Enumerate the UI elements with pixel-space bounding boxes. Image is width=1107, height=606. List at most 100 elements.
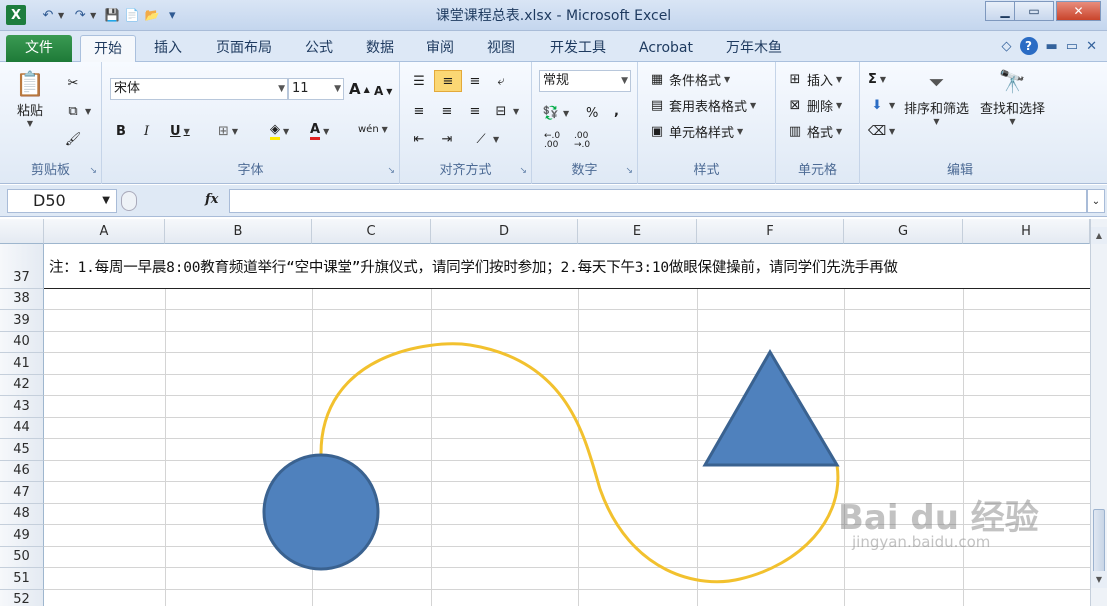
sort-filter-button[interactable]: ⏷ 排序和筛选 ▼ (904, 66, 969, 126)
copy-dropdown-icon[interactable]: ▼ (85, 107, 91, 116)
maximize-button[interactable]: ▭ (1014, 1, 1054, 21)
help-icon[interactable]: ? (1019, 37, 1038, 55)
font-name-select[interactable]: 宋体 ▼ (110, 78, 288, 100)
vertical-scrollbar[interactable]: ▲ ▼ (1090, 219, 1107, 606)
accounting-dropdown-icon[interactable]: ▼ (563, 109, 569, 118)
align-center-button[interactable]: ≡ (438, 100, 456, 122)
insert-cells-button[interactable]: ⊞ 插入 ▼ (786, 68, 843, 90)
align-middle-button[interactable]: ≡ (434, 70, 462, 92)
formula-input[interactable] (229, 189, 1087, 213)
scroll-down-icon[interactable]: ▼ (1091, 571, 1107, 588)
increase-indent-button[interactable]: ⇥ (438, 128, 456, 150)
font-color-button[interactable]: A ▼ (310, 120, 329, 142)
clear-dropdown-icon[interactable]: ▼ (889, 127, 895, 136)
autosum-button[interactable]: Σ ▼ (868, 68, 886, 90)
tab-file[interactable]: 文件 (6, 35, 72, 62)
align-right-button[interactable]: ≡ (466, 100, 484, 122)
insert-function-icon[interactable]: fx (205, 192, 218, 207)
align-left-button[interactable]: ≡ (410, 100, 428, 122)
clipboard-launcher-icon[interactable]: ↘ (89, 166, 97, 176)
font-color-dropdown-icon[interactable]: ▼ (323, 127, 329, 136)
alignment-launcher-icon[interactable]: ↘ (519, 166, 527, 176)
tab-formulas[interactable]: 公式 (295, 35, 343, 62)
triangle-shape[interactable] (702, 349, 840, 467)
number-format-select[interactable]: 常规 ▼ (539, 70, 631, 92)
border-dropdown-icon[interactable]: ▼ (232, 127, 238, 136)
orientation-dropdown-icon[interactable]: ▼ (493, 135, 499, 144)
shrink-font-button[interactable]: A ▼ (374, 80, 392, 102)
cell-styles-dropdown-icon[interactable]: ▼ (737, 127, 743, 136)
clear-button[interactable]: ⌫ ▼ (868, 120, 895, 142)
fill-button[interactable]: ⬇ ▼ (868, 94, 896, 116)
decrease-decimal-button[interactable]: .00 →.0 (574, 130, 590, 152)
merge-center-button[interactable]: ⊟ ▼ (492, 100, 520, 122)
font-launcher-icon[interactable]: ↘ (387, 166, 395, 176)
close-button[interactable]: ✕ (1056, 1, 1101, 21)
format-cells-button[interactable]: ▥ 格式 ▼ (786, 120, 842, 142)
paste-button[interactable]: 📋 粘贴 ▼ (14, 68, 46, 128)
merge-dropdown-icon[interactable]: ▼ (513, 107, 519, 116)
underline-dropdown-icon[interactable]: ▼ (184, 127, 190, 136)
bold-button[interactable]: B (116, 120, 126, 142)
number-launcher-icon[interactable]: ↘ (625, 166, 633, 176)
conditional-dropdown-icon[interactable]: ▼ (724, 75, 730, 84)
increase-decimal-button[interactable]: ←.0 .00 (544, 130, 560, 152)
percent-button[interactable]: % (586, 102, 598, 124)
accounting-format-button[interactable]: 💱 ▼ (542, 102, 569, 124)
minimize-ribbon-icon[interactable]: ◇ (1002, 39, 1012, 54)
copy-button[interactable]: ⧉ ▼ (64, 100, 91, 122)
phonetic-dropdown-icon[interactable]: ▼ (382, 125, 388, 134)
workbook-restore-icon[interactable]: ▭ (1066, 39, 1078, 54)
cut-button[interactable]: ✂ (64, 72, 82, 94)
tab-acrobat[interactable]: Acrobat (630, 35, 702, 62)
cell-styles-button[interactable]: ▣ 单元格样式 ▼ (648, 120, 743, 142)
italic-button[interactable]: I (144, 120, 149, 142)
conditional-formatting-button[interactable]: ▦ 条件格式 ▼ (648, 68, 730, 90)
tab-view[interactable]: 视图 (477, 35, 525, 62)
phonetic-button[interactable]: wén ▼ (358, 118, 388, 140)
sort-filter-dropdown-icon[interactable]: ▼ (933, 117, 939, 126)
tab-developer[interactable]: 开发工具 (540, 35, 616, 62)
format-painter-button[interactable]: 🖌 (64, 128, 82, 150)
find-select-dropdown-icon[interactable]: ▼ (1009, 117, 1015, 126)
delete-cells-button[interactable]: ⊠ 删除 ▼ (786, 94, 843, 116)
orientation-button[interactable]: ⟋ ▼ (472, 128, 499, 150)
format-cells-label: 格式 (807, 125, 834, 141)
delete-dropdown-icon[interactable]: ▼ (836, 101, 842, 110)
fill-color-button[interactable]: ◈ ▼ (270, 120, 289, 142)
fill-dropdown-icon[interactable]: ▼ (283, 127, 289, 136)
formula-bar-splitter[interactable] (121, 191, 137, 211)
insert-dropdown-icon[interactable]: ▼ (836, 75, 842, 84)
decrease-indent-button[interactable]: ⇤ (410, 128, 428, 150)
name-box[interactable]: D50 ▼ (7, 189, 117, 213)
find-select-button[interactable]: 🔭 查找和选择 ▼ (980, 66, 1045, 127)
align-top-button[interactable]: ☰ (410, 70, 428, 92)
expand-formula-bar-icon[interactable]: ⌄ (1087, 189, 1105, 213)
autosum-dropdown-icon[interactable]: ▼ (880, 75, 886, 84)
underline-button[interactable]: U ▼ (170, 120, 190, 142)
paste-dropdown-icon[interactable]: ▼ (27, 119, 33, 128)
tab-insert[interactable]: 插入 (143, 35, 193, 62)
format-dropdown-icon[interactable]: ▼ (836, 127, 842, 136)
grow-font-button[interactable]: A ▲ (349, 78, 370, 100)
scrollbar-thumb[interactable] (1093, 509, 1105, 579)
workbook-minimize-icon[interactable]: ▬ (1046, 39, 1058, 54)
table-dropdown-icon[interactable]: ▼ (750, 101, 756, 110)
scroll-up-icon[interactable]: ▲ (1091, 227, 1107, 244)
font-size-select[interactable]: 11 ▼ (288, 78, 344, 100)
tab-home[interactable]: 开始 (80, 35, 136, 62)
tab-wannian-muyu[interactable]: 万年木鱼 (716, 35, 792, 62)
tab-page-layout[interactable]: 页面布局 (206, 35, 282, 62)
fill-dropdown-icon[interactable]: ▼ (889, 101, 895, 110)
tab-data[interactable]: 数据 (356, 35, 404, 62)
format-as-table-button[interactable]: ▤ 套用表格格式 ▼ (648, 94, 756, 116)
chevron-down-icon[interactable]: ▼ (102, 190, 110, 212)
comma-button[interactable]: , (614, 100, 619, 122)
paste-icon: 📋 (15, 70, 45, 98)
tab-review[interactable]: 审阅 (416, 35, 464, 62)
workbook-close-icon[interactable]: ✕ (1086, 39, 1097, 54)
wrap-text-button[interactable]: ⤶ (492, 70, 510, 92)
circle-shape[interactable] (262, 453, 380, 571)
border-button[interactable]: ⊞ ▼ (218, 120, 238, 142)
align-bottom-button[interactable]: ≡ (466, 70, 484, 92)
